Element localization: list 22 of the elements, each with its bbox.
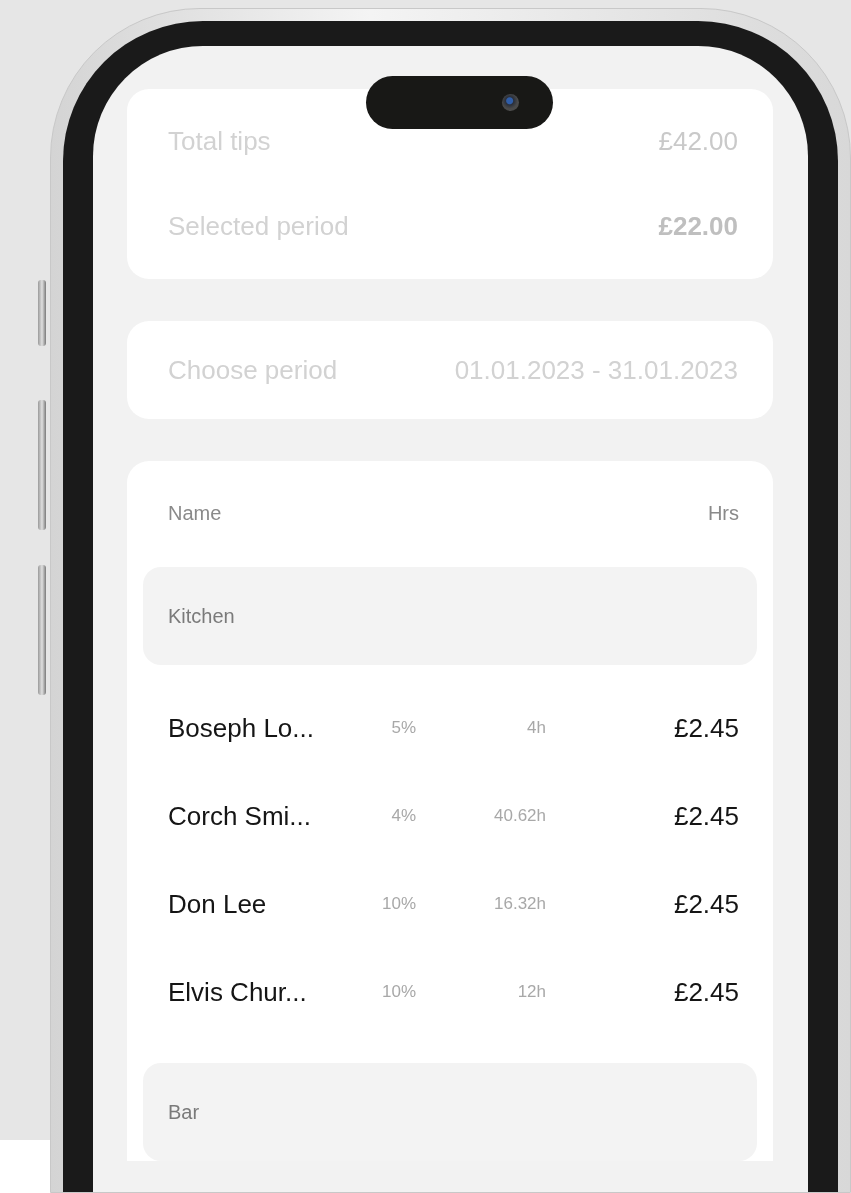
column-header: Hrs	[707, 501, 739, 525]
employee-name: Boseph Lo...	[168, 712, 315, 744]
hours-worked: 40.62h	[494, 806, 546, 826]
group-header[interactable]: Bar	[143, 1063, 757, 1161]
column-header: Name	[168, 501, 222, 525]
tip-amount: £2.45	[673, 888, 739, 920]
employee-name: Corch Smi...	[168, 800, 313, 832]
tip-amount: £2.45	[673, 800, 739, 832]
hours-worked: 12h	[517, 982, 546, 1002]
hours-worked: 16.32h	[494, 894, 546, 914]
employee-name: Don Lee	[168, 888, 268, 920]
tip-amount: £2.45	[673, 976, 739, 1008]
camera-icon	[502, 94, 519, 111]
hours-worked: 4h	[527, 718, 546, 738]
summary-amount: £22.00	[658, 211, 738, 242]
tip-share: 4%	[391, 806, 416, 826]
group-header[interactable]: Kitchen	[143, 567, 757, 665]
tip-share: 10%	[381, 894, 416, 914]
employee-name: Elvis Chur...	[168, 976, 308, 1008]
tip-amount: £2.45	[673, 712, 739, 744]
tip-share: 10%	[381, 982, 416, 1002]
tip-share: 5%	[391, 718, 416, 738]
